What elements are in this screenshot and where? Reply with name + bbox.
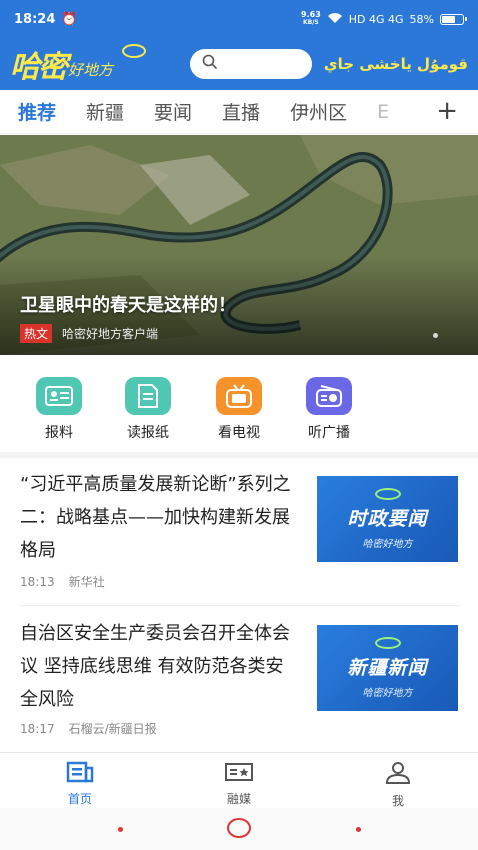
app-header: 哈密 好地方 قومۇل ياخشى جاي <box>0 38 478 90</box>
radio-icon <box>306 377 352 415</box>
tab-live[interactable]: 直播 <box>222 98 260 125</box>
uyghur-title: قومۇل ياخشى جاي <box>323 55 468 73</box>
system-recents-button[interactable] <box>356 827 361 832</box>
network-speed: 9.63 KB/S <box>301 10 321 27</box>
logo-main-text: 哈密 <box>10 50 68 85</box>
tv-icon <box>216 377 262 415</box>
thumb-title: 时政要闻 <box>347 508 428 530</box>
logo-sub-text: 好地方 <box>68 60 114 79</box>
globe-icon <box>374 488 401 500</box>
tab-xinjiang[interactable]: 新疆 <box>86 98 124 125</box>
status-time: 18:24 <box>14 11 56 27</box>
battery-percent: 58% <box>409 12 434 26</box>
wifi-icon <box>327 12 343 27</box>
quick-tv-label: 看电视 <box>218 425 260 441</box>
system-nav-bar <box>0 808 478 850</box>
news-title: 自治区安全生产委员会召开全体会议 坚持底线思维 有效防范各类安全风险 <box>20 623 290 710</box>
alarm-icon: ⏰ <box>61 11 78 27</box>
tab-recommend[interactable]: 推荐 <box>18 98 56 125</box>
featured-banner[interactable]: 卫星眼中的春天是这样的！ 热文 哈密好地方客户端 <box>0 135 478 355</box>
news-item[interactable]: “习近平高质量发展新论断”系列之二：战略基点——加快构建新发展格局 18:13 新… <box>20 468 460 608</box>
quick-links: 报料 读报纸 看电视 听广播 <box>0 365 478 450</box>
signal-text: HD 4G 4G <box>348 12 404 26</box>
quick-report[interactable]: 报料 <box>24 377 94 442</box>
nav-profile[interactable]: 我 <box>358 761 438 809</box>
quick-report-label: 报料 <box>45 425 73 441</box>
hot-badge: 热文 <box>20 324 53 343</box>
home-news-icon <box>66 761 94 783</box>
nav-home-label: 首页 <box>67 792 92 806</box>
app-logo: 哈密 好地方 <box>10 42 180 86</box>
report-card-icon <box>36 377 82 415</box>
media-icon <box>225 763 253 781</box>
quick-newspaper-label: 读报纸 <box>127 425 169 441</box>
quick-radio[interactable]: 听广播 <box>294 377 364 442</box>
status-bar: 18:24 ⏰ 9.63 KB/S HD 4G 4G 58% <box>0 0 478 38</box>
news-source: 石榴云/新疆日报 <box>68 722 157 736</box>
news-time: 18:17 <box>20 722 55 736</box>
tab-yizhou[interactable]: 伊州区 <box>290 98 347 125</box>
nav-media-label: 融媒 <box>226 792 251 806</box>
news-item[interactable]: 自治区安全生产委员会召开全体会议 坚持底线思维 有效防范各类安全风险 18:17… <box>20 617 460 757</box>
newspaper-icon <box>125 377 171 415</box>
nav-media[interactable]: 融媒 <box>199 761 279 807</box>
section-separator <box>0 452 478 458</box>
tab-more-partial[interactable]: E <box>377 101 391 123</box>
bottom-nav: 首页 融媒 我 <box>0 752 478 808</box>
globe-icon <box>374 637 401 649</box>
system-home-button[interactable] <box>227 818 251 838</box>
news-meta: 18:17 石榴云/新疆日报 <box>20 720 171 737</box>
quick-radio-label: 听广播 <box>308 425 350 441</box>
news-source: 新华社 <box>68 575 105 589</box>
category-tabs: 推荐 新疆 要闻 直播 伊州区 E + <box>0 90 478 134</box>
news-meta: 18:13 新华社 <box>20 573 119 590</box>
battery-icon <box>440 13 467 25</box>
search-box[interactable] <box>190 49 312 79</box>
news-thumbnail: 新疆新闻 哈密好地方 <box>317 625 458 711</box>
news-time: 18:13 <box>20 575 55 589</box>
banner-title: 卫星眼中的春天是这样的！ <box>20 295 236 316</box>
system-back-button[interactable] <box>118 827 123 832</box>
banner-meta: 热文 哈密好地方客户端 <box>20 324 158 343</box>
news-divider <box>20 605 460 606</box>
nav-home[interactable]: 首页 <box>40 761 120 807</box>
banner-source: 哈密好地方客户端 <box>62 327 159 341</box>
news-thumbnail: 时政要闻 哈密好地方 <box>317 476 458 562</box>
thumb-title: 新疆新闻 <box>347 657 428 679</box>
news-title: “习近平高质量发展新论断”系列之二：战略基点——加快构建新发展格局 <box>20 474 291 561</box>
logo-globe-icon <box>122 44 146 58</box>
satellite-image <box>0 135 478 355</box>
search-icon <box>202 54 218 74</box>
nav-profile-label: 我 <box>391 794 404 808</box>
add-tab-icon[interactable]: + <box>436 96 458 126</box>
thumb-sub: 哈密好地方 <box>362 688 413 699</box>
quick-newspaper[interactable]: 读报纸 <box>113 377 183 442</box>
carousel-indicator <box>433 333 438 338</box>
tab-headlines[interactable]: 要闻 <box>154 98 192 125</box>
thumb-sub: 哈密好地方 <box>362 539 413 550</box>
quick-tv[interactable]: 看电视 <box>204 377 274 442</box>
profile-icon <box>385 762 411 784</box>
